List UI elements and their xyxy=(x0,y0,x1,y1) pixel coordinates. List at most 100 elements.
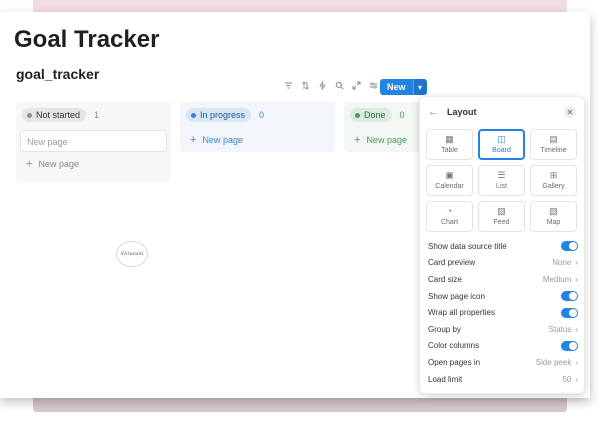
option-label: Card preview xyxy=(428,258,476,268)
layout-chart[interactable]: ◔ Chart xyxy=(426,201,473,232)
option-value-text: Status xyxy=(548,324,572,334)
column-header: In progress 0 xyxy=(180,102,335,128)
option-value: Medium › xyxy=(543,275,578,284)
add-page-button[interactable]: + New page xyxy=(180,128,335,152)
status-label: Done xyxy=(364,110,386,120)
board-column-in-progress: In progress 0 + New page xyxy=(180,102,335,152)
new-button[interactable]: New ▾ xyxy=(380,79,427,95)
layout-list[interactable]: ☰ List xyxy=(478,165,525,196)
layout-label: List xyxy=(496,183,507,190)
layout-gallery[interactable]: ⊞ Gallery xyxy=(530,165,577,196)
search-icon[interactable] xyxy=(333,79,346,92)
status-dot-icon xyxy=(27,112,32,118)
chevron-right-icon: › xyxy=(575,324,578,334)
layout-panel: ← Layout ✕ ▦ Table ◫ Board ▤ Timeline ▣ Cale… xyxy=(419,96,585,394)
add-page-label: New page xyxy=(366,135,407,145)
settings-icon[interactable] xyxy=(367,79,380,92)
option-label: Load limit xyxy=(428,374,463,384)
chevron-right-icon: › xyxy=(575,374,578,384)
filter-icon[interactable] xyxy=(282,79,295,92)
timeline-icon: ▤ xyxy=(549,134,558,144)
column-header: Done 0 xyxy=(344,102,420,128)
layout-options-grid: ▦ Table ◫ Board ▤ Timeline ▣ Calendar ☰ List … xyxy=(420,124,584,238)
layout-feed[interactable]: ▧ Feed xyxy=(478,201,525,232)
layout-label: Map xyxy=(546,219,561,226)
add-page-button[interactable]: + New page xyxy=(344,128,420,152)
status-pill[interactable]: Done xyxy=(350,108,392,122)
toggle-switch[interactable] xyxy=(561,291,578,302)
database-toolbar xyxy=(282,79,380,92)
add-page-label: New page xyxy=(38,159,79,169)
status-label: In progress xyxy=(200,110,246,120)
option-value: 50 › xyxy=(562,375,578,384)
gallery-icon: ⊞ xyxy=(549,170,558,180)
layout-label: Feed xyxy=(493,219,510,226)
option-card-size[interactable]: Card size Medium › xyxy=(428,271,578,288)
layout-label: Timeline xyxy=(540,147,567,154)
layout-calendar[interactable]: ▣ Calendar xyxy=(426,165,473,196)
option-wrap-all-properties[interactable]: Wrap all properties xyxy=(428,304,578,321)
calendar-icon: ▣ xyxy=(445,170,454,180)
list-icon: ☰ xyxy=(497,170,506,180)
option-show-data-source-title[interactable]: Show data source title xyxy=(428,238,578,255)
chevron-right-icon: › xyxy=(575,357,578,367)
option-load-limit[interactable]: Load limit 50 › xyxy=(428,371,578,388)
option-label: Show data source title xyxy=(428,241,507,251)
toggle-switch[interactable] xyxy=(561,340,578,351)
option-value: None › xyxy=(552,258,578,267)
layout-board[interactable]: ◫ Board xyxy=(478,129,525,160)
signature-text: Shravani xyxy=(120,251,144,257)
signature-logo: Shravani xyxy=(116,241,148,267)
board-icon: ◫ xyxy=(497,134,506,144)
map-icon: ▧ xyxy=(549,206,558,216)
board-column-not-started: Not started 1 New page + New page xyxy=(16,102,171,182)
status-pill[interactable]: In progress xyxy=(186,108,252,122)
option-label: Wrap all properties xyxy=(428,308,495,318)
board-column-done: Done 0 + New page xyxy=(344,102,420,152)
layout-panel-title: Layout xyxy=(447,107,477,117)
layout-map[interactable]: ▧ Map xyxy=(530,201,577,232)
status-dot-icon xyxy=(191,112,196,118)
new-button-label[interactable]: New xyxy=(380,79,413,95)
layout-label: Chart xyxy=(440,219,459,226)
layout-settings-list: Show data source title Card preview None… xyxy=(420,238,584,387)
add-page-label: New page xyxy=(202,135,243,145)
board-card[interactable]: New page xyxy=(20,130,167,152)
close-icon[interactable]: ✕ xyxy=(564,106,576,118)
option-label: Open pages in xyxy=(428,357,481,367)
bottom-decor-band xyxy=(33,398,567,412)
column-count: 0 xyxy=(399,110,405,120)
option-show-page-icon[interactable]: Show page icon xyxy=(428,288,578,305)
column-count: 0 xyxy=(259,110,265,120)
layout-timeline[interactable]: ▤ Timeline xyxy=(530,129,577,160)
plus-icon: + xyxy=(190,134,197,146)
option-open-pages-in[interactable]: Open pages in Side peek › xyxy=(428,354,578,371)
sort-icon[interactable] xyxy=(299,79,312,92)
database-title[interactable]: goal_tracker xyxy=(16,66,99,82)
back-arrow-icon[interactable]: ← xyxy=(428,106,439,118)
status-pill[interactable]: Not started xyxy=(22,108,87,122)
add-page-button[interactable]: + New page xyxy=(16,152,171,176)
option-group-by[interactable]: Group by Status › xyxy=(428,321,578,338)
feed-icon: ▧ xyxy=(497,206,506,216)
layout-label: Board xyxy=(492,147,511,154)
column-header: Not started 1 xyxy=(16,102,171,128)
expand-icon[interactable] xyxy=(350,79,363,92)
option-color-columns[interactable]: Color columns xyxy=(428,338,578,355)
layout-label: Calendar xyxy=(435,183,464,190)
toggle-switch[interactable] xyxy=(561,307,578,318)
option-card-preview[interactable]: Card preview None › xyxy=(428,255,578,272)
layout-label: Gallery xyxy=(542,183,565,190)
chevron-down-icon[interactable]: ▾ xyxy=(412,79,427,95)
option-label: Show page icon xyxy=(428,291,485,301)
chart-icon: ◔ xyxy=(446,206,453,216)
plus-icon: + xyxy=(26,158,33,170)
option-label: Color columns xyxy=(428,341,480,351)
toggle-switch[interactable] xyxy=(561,241,578,252)
option-value: Status › xyxy=(549,325,578,334)
option-value-text: None xyxy=(552,258,572,268)
option-value-text: Side peek xyxy=(535,357,572,367)
lightning-icon[interactable] xyxy=(316,79,329,92)
page-title: Goal Tracker xyxy=(14,26,160,53)
layout-table[interactable]: ▦ Table xyxy=(426,129,473,160)
